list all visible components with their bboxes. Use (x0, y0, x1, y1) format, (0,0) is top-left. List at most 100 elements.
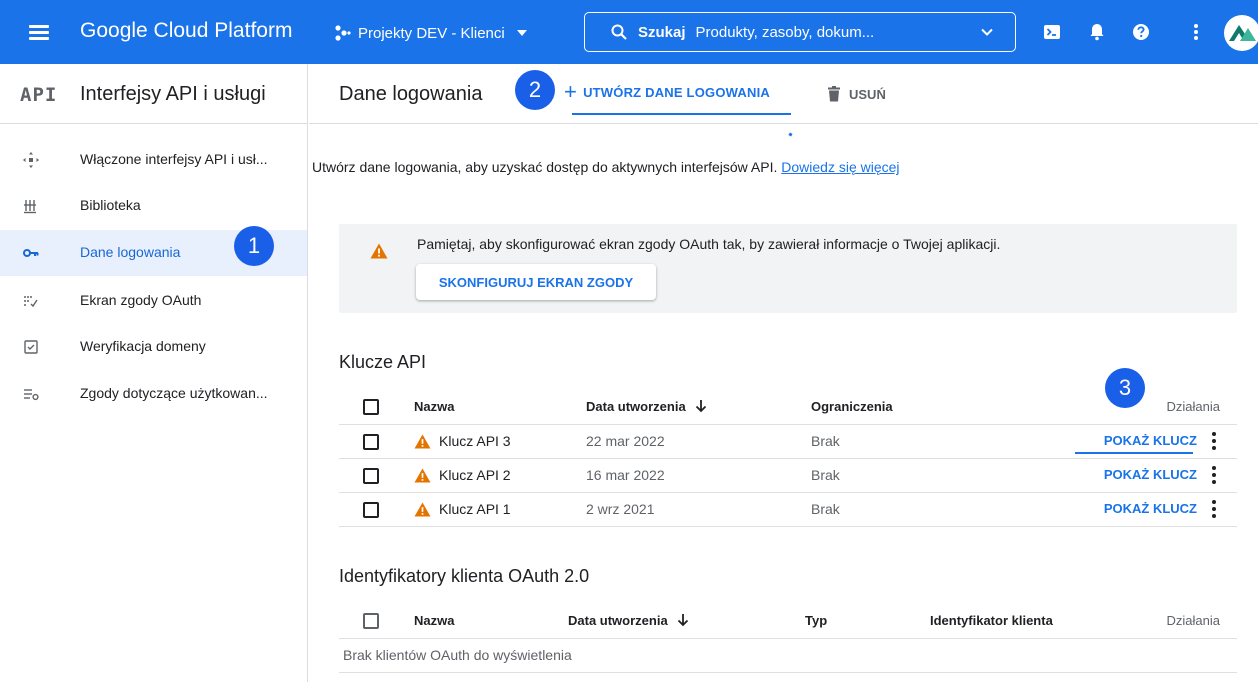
oauth-icon (24, 296, 38, 308)
sidebar: API Interfejsy API i usługi Włączone int… (0, 64, 308, 682)
sidebar-item-enabled-apis[interactable]: Włączone interfejsy API i usł... (0, 137, 307, 183)
search-input[interactable]: Szukaj Produkty, zasoby, dokum... (584, 12, 1016, 52)
api-key-name[interactable]: Klucz API 3 (439, 433, 511, 449)
menu-icon[interactable] (26, 19, 54, 45)
configure-consent-screen-button[interactable]: SKONFIGURUJ EKRAN ZGODY (416, 264, 656, 300)
sidebar-item-label: Dane logowania (80, 244, 181, 260)
api-key-restrictions: Brak (811, 424, 1051, 459)
table-row: Klucz API 2 16 mar 2022 Brak POKAŻ KLUCZ (339, 458, 1237, 493)
search-placeholder: Produkty, zasoby, dokum... (695, 23, 875, 41)
search-icon (611, 24, 627, 40)
warning-icon (370, 243, 388, 259)
oauth-clients-title: Identyfikatory klienta OAuth 2.0 (339, 566, 590, 586)
more-vert-icon[interactable] (1211, 466, 1217, 485)
sort-arrow-down-icon (677, 614, 688, 627)
domain-check-icon (24, 340, 38, 354)
sidebar-item-label: Biblioteka (80, 197, 141, 213)
chevron-down-icon[interactable] (979, 24, 995, 40)
column-header-created-label: Data utworzenia (586, 399, 686, 415)
column-header-actions: Działania (1110, 604, 1237, 639)
delete-button[interactable]: USUŃ (827, 86, 886, 102)
api-key-name[interactable]: Klucz API 1 (439, 501, 511, 517)
sidebar-item-usage-consent[interactable]: Zgody dotyczące użytkowan... (0, 371, 307, 417)
intro-text: Utwórz dane logowania, aby uzyskać dostę… (312, 156, 962, 178)
column-header-type[interactable]: Typ (805, 604, 930, 639)
sidebar-title: Interfejsy API i usługi (80, 83, 266, 105)
column-header-name[interactable]: Nazwa (414, 390, 586, 425)
select-all-checkbox[interactable] (363, 399, 379, 416)
create-credentials-label: UTWÓRZ DANE LOGOWANIA (583, 84, 770, 100)
apis-icon (23, 152, 39, 168)
tooltip-pointer (788, 132, 793, 137)
help-icon[interactable] (1131, 22, 1151, 42)
sidebar-item-label: Ekran zgody OAuth (80, 292, 202, 308)
api-logo: API (20, 84, 58, 106)
empty-state-text: Brak klientów OAuth do wyświetlenia (339, 638, 1237, 673)
plus-icon: + (564, 79, 578, 104)
more-vert-icon[interactable] (1211, 432, 1217, 451)
sidebar-item-library[interactable]: Biblioteka (0, 183, 307, 229)
project-selector[interactable]: Projekty DEV - Klienci (334, 21, 529, 45)
api-key-created: 16 mar 2022 (586, 458, 811, 493)
row-checkbox[interactable] (363, 467, 379, 484)
row-checkbox[interactable] (363, 433, 379, 450)
avatar-logo-icon (1229, 25, 1256, 41)
table-empty-row: Brak klientów OAuth do wyświetlenia (339, 638, 1237, 673)
intro-sentence: Utwórz dane logowania, aby uzyskać dostę… (312, 159, 778, 175)
main-header: Dane logowania + UTWÓRZ DANE LOGOWANIA U… (309, 64, 1258, 124)
more-vert-icon[interactable] (1186, 22, 1206, 42)
delete-label: USUŃ (849, 86, 886, 102)
more-vert-icon[interactable] (1211, 500, 1217, 519)
sidebar-item-domain-verification[interactable]: Weryfikacja domeny (0, 324, 307, 370)
oauth-warning-banner: Pamiętaj, aby skonfigurować ekran zgody … (339, 224, 1237, 313)
warning-icon (414, 502, 431, 517)
table-row: Klucz API 1 2 wrz 2021 Brak POKAŻ KLUCZ (339, 492, 1237, 527)
column-header-created[interactable]: Data utworzenia (568, 604, 805, 639)
trash-icon (828, 86, 840, 102)
show-key-button[interactable]: POKAŻ KLUCZ (1104, 501, 1197, 516)
row-checkbox[interactable] (363, 501, 379, 518)
api-key-restrictions: Brak (811, 458, 1051, 493)
brand-title[interactable]: Google Cloud Platform (80, 19, 292, 43)
page-title: Dane logowania (339, 83, 483, 105)
create-button-underline (572, 113, 791, 115)
sort-arrow-down-icon (695, 400, 706, 413)
annotation-badge-1: 1 (234, 226, 274, 266)
learn-more-link[interactable]: Dowiedz się więcej (781, 159, 899, 175)
oauth-clients-table: Nazwa Data utworzenia Typ Identyfikator … (339, 604, 1237, 673)
consent-settings-icon (24, 389, 39, 401)
key-icon (23, 249, 39, 257)
show-key-button[interactable]: POKAŻ KLUCZ (1104, 433, 1197, 448)
column-header-name[interactable]: Nazwa (414, 604, 568, 639)
project-dots-icon (335, 25, 351, 41)
warning-icon (414, 434, 431, 449)
show-key-button[interactable]: POKAŻ KLUCZ (1104, 467, 1197, 482)
api-keys-table: Nazwa Data utworzenia Ograniczenia Dział… (339, 390, 1237, 527)
table-header-row: Nazwa Data utworzenia Typ Identyfikator … (339, 604, 1237, 639)
sidebar-item-label: Włączone interfejsy API i usł... (80, 151, 268, 167)
api-key-created: 22 mar 2022 (586, 424, 811, 459)
api-keys-title: Klucze API (339, 352, 427, 372)
chevron-down-icon (516, 30, 527, 36)
create-credentials-button[interactable]: + UTWÓRZ DANE LOGOWANIA (564, 79, 770, 104)
api-key-name[interactable]: Klucz API 2 (439, 467, 511, 483)
sidebar-item-label: Zgody dotyczące użytkowan... (80, 385, 268, 401)
warning-text: Pamiętaj, aby skonfigurować ekran zgody … (417, 236, 1001, 252)
avatar[interactable] (1224, 15, 1258, 51)
sidebar-item-oauth-consent[interactable]: Ekran zgody OAuth (0, 278, 307, 324)
column-header-restrictions: Ograniczenia (811, 390, 1051, 425)
api-key-created: 2 wrz 2021 (586, 492, 811, 527)
bell-icon[interactable] (1087, 22, 1107, 42)
top-app-bar: Google Cloud Platform Projekty DEV - Kli… (0, 0, 1258, 64)
column-header-created[interactable]: Data utworzenia (586, 390, 811, 425)
annotation-badge-3: 3 (1105, 368, 1145, 408)
sidebar-item-label: Weryfikacja domeny (80, 338, 206, 354)
warning-icon (414, 468, 431, 483)
terminal-icon[interactable] (1042, 22, 1062, 42)
show-key-highlight-underline (1075, 452, 1193, 454)
column-header-client-id: Identyfikator klienta (930, 604, 1110, 639)
select-all-checkbox[interactable] (363, 613, 379, 630)
api-key-restrictions: Brak (811, 492, 1051, 527)
sidebar-header: API Interfejsy API i usługi (0, 64, 308, 124)
project-name: Projekty DEV - Klienci (358, 24, 505, 42)
